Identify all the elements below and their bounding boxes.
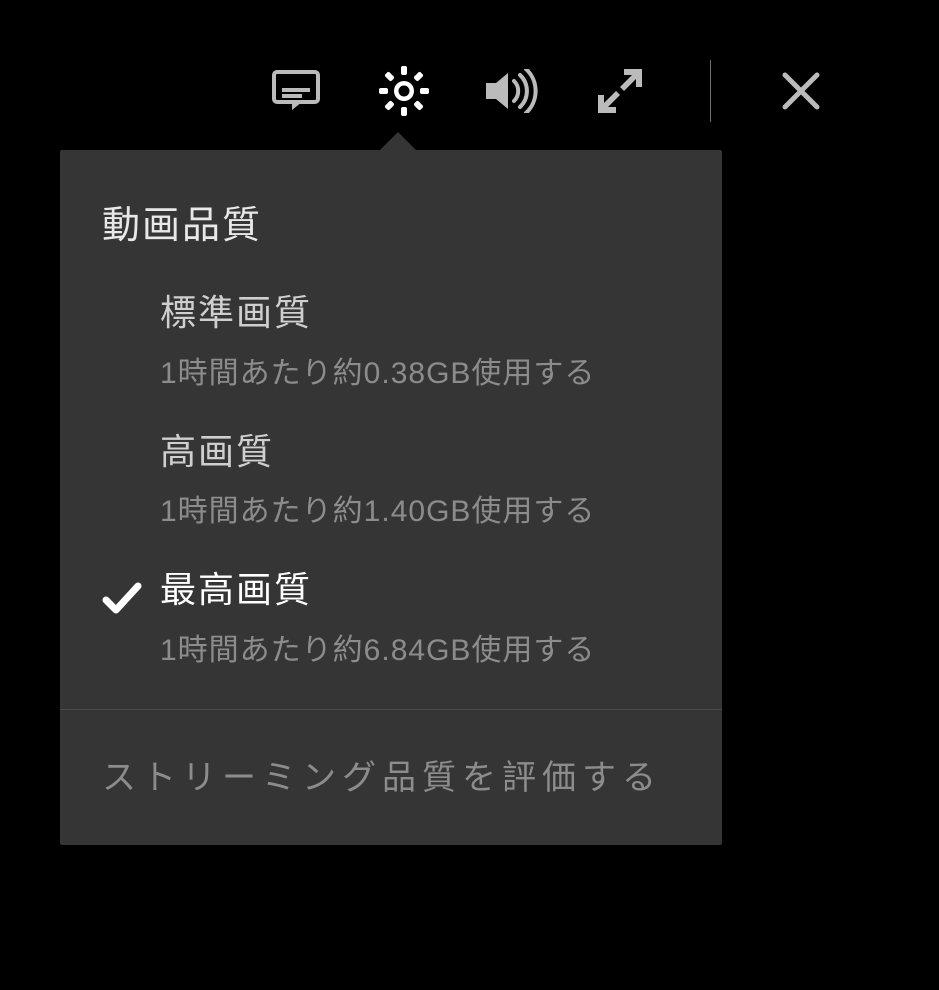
option-title: 高画質: [160, 428, 595, 477]
option-title: 最高画質: [160, 566, 595, 615]
quality-option-high[interactable]: 高画質 1時間あたり約1.40GB使用する: [60, 410, 722, 549]
quality-settings-popover: 動画品質 標準画質 1時間あたり約0.38GB使用する 高画質 1時間あたり約1…: [60, 150, 722, 845]
subtitles-button[interactable]: [268, 63, 324, 119]
quality-option-best[interactable]: 最高画質 1時間あたり約6.84GB使用する: [60, 548, 722, 687]
gear-icon: [379, 66, 429, 116]
volume-icon: [484, 69, 540, 113]
check-icon: [100, 566, 160, 620]
fullscreen-button[interactable]: [592, 63, 648, 119]
toolbar-separator: [710, 60, 711, 122]
option-desc: 1時間あたり約6.84GB使用する: [160, 625, 595, 669]
close-icon: [781, 71, 821, 111]
volume-button[interactable]: [484, 63, 540, 119]
option-desc: 1時間あたり約0.38GB使用する: [160, 348, 595, 392]
quality-option-standard[interactable]: 標準画質 1時間あたり約0.38GB使用する: [60, 271, 722, 410]
close-button[interactable]: [773, 63, 829, 119]
subtitle-icon: [272, 70, 320, 112]
rate-streaming-quality-link[interactable]: ストリーミング品質を評価する: [60, 710, 722, 845]
popover-heading: 動画品質: [60, 150, 722, 271]
player-toolbar: [0, 60, 939, 122]
settings-button[interactable]: [376, 63, 432, 119]
fullscreen-icon: [598, 69, 642, 113]
option-desc: 1時間あたり約1.40GB使用する: [160, 486, 595, 530]
option-title: 標準画質: [160, 289, 595, 338]
